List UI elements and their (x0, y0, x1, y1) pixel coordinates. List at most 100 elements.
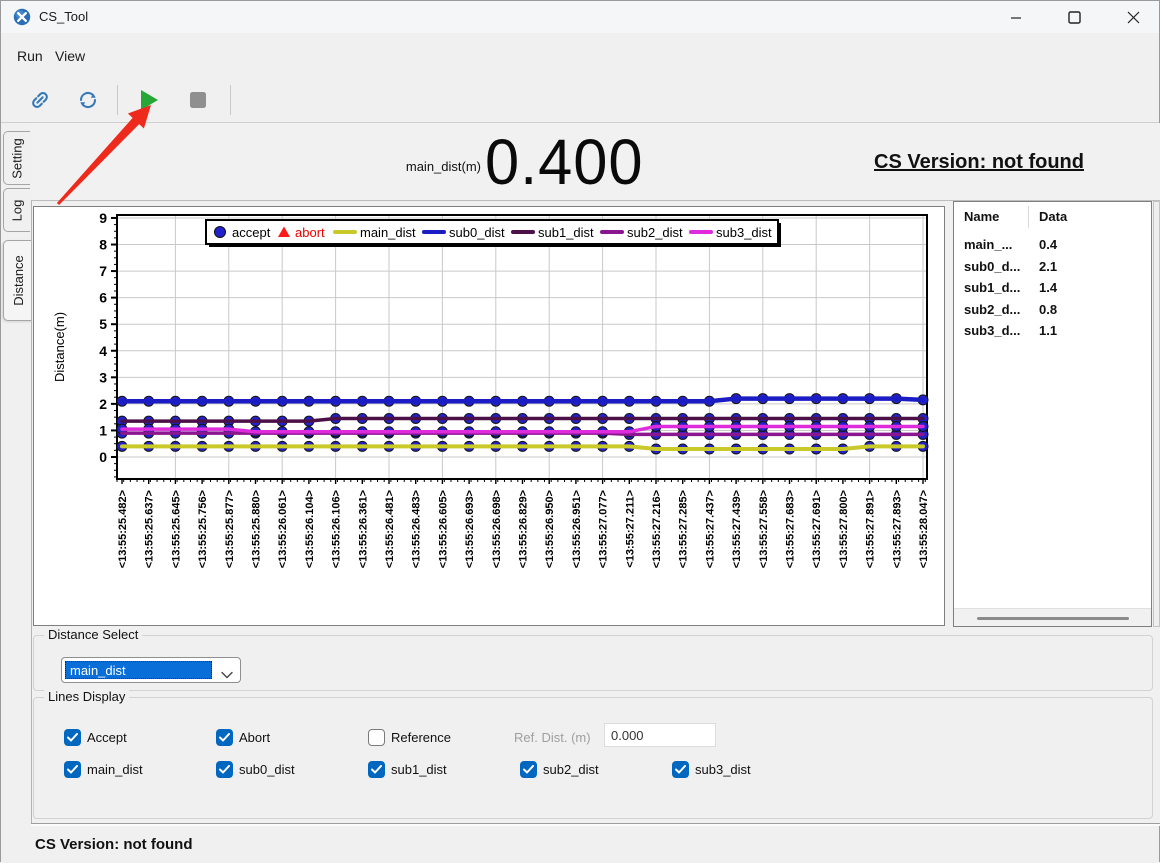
table-row[interactable]: main_... 0.4 (954, 234, 1151, 256)
checked-checkbox-icon (368, 761, 385, 778)
table-row[interactable]: sub2_d...0.8 (954, 299, 1151, 321)
x-tick-label: <13:55:25.645> (170, 490, 182, 568)
reconnect-button[interactable] (73, 85, 103, 115)
statusbar-text: CS Version: not found (35, 836, 193, 853)
titlebar[interactable]: CS_Tool (1, 1, 1159, 33)
row-name: sub2_d... (964, 302, 1020, 317)
x-axis: <13:55:25.482><13:55:25.637><13:55:25.64… (117, 479, 930, 568)
tab-log-label: Log (9, 199, 24, 221)
app-icon (13, 8, 31, 26)
legend-label: accept (232, 225, 271, 240)
svg-text:6: 6 (99, 290, 107, 306)
table-row[interactable]: sub1_d...1.4 (954, 277, 1151, 299)
tab-distance[interactable]: Distance (3, 240, 32, 321)
x-tick-label: <13:55:27.691> (811, 490, 823, 568)
cs-version-link[interactable]: CS Version: not found (863, 151, 1095, 174)
chevron-down-icon (221, 666, 233, 684)
legend-label: sub2_dist (627, 225, 683, 240)
data-table-rows: main_...0.4sub0_d...2.1sub1_d...1.4sub2_… (954, 234, 1151, 342)
x-tick-label: <13:55:26.483> (411, 490, 423, 568)
menu-run[interactable]: Run (13, 46, 47, 66)
checkbox-reference[interactable]: Reference (368, 729, 451, 746)
row-data: 2.1 (1039, 259, 1057, 274)
table-row[interactable]: sub0_d... 2.1 (954, 256, 1151, 278)
checked-checkbox-icon (520, 761, 537, 778)
checked-checkbox-icon (672, 761, 689, 778)
x-tick-label: <13:55:26.698> (491, 490, 503, 568)
legend-label: sub3_dist (716, 225, 772, 240)
ref-dist-input[interactable] (604, 723, 716, 747)
right-edge-strip (1153, 201, 1160, 627)
tab-log[interactable]: Log (3, 188, 30, 232)
x-tick-label: <13:55:26.950> (544, 490, 556, 568)
checkbox-label: Reference (391, 730, 451, 745)
x-tick-label: <13:55:25.637> (144, 490, 156, 568)
checkbox-accept[interactable]: Accept (64, 729, 127, 746)
x-tick-label: <13:55:27.800> (838, 490, 850, 568)
x-tick-label: <13:55:25.756> (197, 490, 209, 568)
svg-text:3: 3 (99, 369, 107, 385)
x-tick-label: <13:55:25.880> (251, 490, 263, 568)
minimize-button[interactable] (993, 1, 1039, 34)
column-header-data[interactable]: Data (1039, 209, 1067, 224)
checkbox-sub3-dist[interactable]: sub3_dist (672, 761, 751, 778)
app-window: CS_Tool Run View (0, 0, 1160, 862)
distance-select-combobox[interactable]: main_dist (61, 657, 241, 683)
checkbox-sub2-dist[interactable]: sub2_dist (520, 761, 599, 778)
maximize-button[interactable] (1051, 1, 1097, 34)
checkbox-label: Abort (239, 730, 270, 745)
run-button[interactable] (135, 85, 165, 115)
x-tick-label: <13:55:25.877> (224, 490, 236, 568)
window-title: CS_Tool (39, 9, 88, 24)
stop-button[interactable] (183, 85, 213, 115)
checkbox-abort[interactable]: Abort (216, 729, 270, 746)
svg-text:4: 4 (99, 343, 107, 359)
row-name: main_... (964, 237, 1012, 252)
tab-setting[interactable]: Setting (3, 131, 30, 185)
row-data: 0.4 (1039, 237, 1057, 252)
row-name: sub1_d... (964, 280, 1020, 295)
tab-distance-label: Distance (11, 255, 26, 306)
lines-display-group: Lines Display (33, 697, 1153, 819)
x-tick-label: <13:55:26.106> (331, 490, 343, 568)
toolbar (1, 77, 1159, 123)
checkbox-label: main_dist (87, 762, 143, 777)
row-name: sub3_d... (964, 323, 1020, 338)
maximize-icon (1068, 11, 1081, 24)
x-tick-label: <13:55:26.829> (518, 490, 530, 568)
x-tick-label: <13:55:26.481> (384, 490, 396, 568)
checkbox-label: Accept (87, 730, 127, 745)
checkbox-label: sub0_dist (239, 762, 295, 777)
x-tick-label: <13:55:27.893> (891, 490, 903, 568)
x-tick-label: <13:55:26.951> (571, 490, 583, 568)
table-row[interactable]: sub3_d...1.1 (954, 320, 1151, 342)
checked-checkbox-icon (64, 761, 81, 778)
menubar: Run View (1, 37, 1159, 77)
checked-checkbox-icon (64, 729, 81, 746)
checkbox-sub1-dist[interactable]: sub1_dist (368, 761, 447, 778)
checkbox-sub0-dist[interactable]: sub0_dist (216, 761, 295, 778)
close-button[interactable] (1110, 1, 1156, 34)
checked-checkbox-icon (216, 761, 233, 778)
sync-icon (76, 88, 100, 112)
combobox-selected-value: main_dist (65, 661, 212, 679)
legend-label: main_dist (360, 225, 416, 240)
legend-accept-marker (215, 227, 226, 238)
x-tick-label: <13:55:26.061> (277, 490, 289, 568)
panel-bottom-divider (31, 823, 1160, 826)
x-tick-label: <13:55:26.361> (357, 490, 369, 568)
toolbar-separator (230, 85, 231, 115)
x-tick-label: <13:55:26.104> (304, 490, 316, 568)
checkbox-main-dist[interactable]: main_dist (64, 761, 143, 778)
svg-text:9: 9 (99, 210, 107, 226)
data-table-panel: Name Data main_... 0.4 sub0_d... 2.1 sub1_d.… (953, 201, 1152, 627)
distance-chart: 0123456789Distance(m)<13:55:25.482><13:5… (33, 206, 945, 626)
table-hscrollbar-thumb[interactable] (977, 617, 1129, 620)
menu-view[interactable]: View (51, 46, 89, 66)
table-hscrollbar[interactable] (954, 608, 1151, 626)
row-name: sub0_d... (964, 259, 1020, 274)
connect-button[interactable] (25, 85, 55, 115)
column-header-name[interactable]: Name (964, 209, 999, 224)
metric-value: 0.400 (485, 125, 644, 199)
column-divider (1028, 206, 1029, 228)
